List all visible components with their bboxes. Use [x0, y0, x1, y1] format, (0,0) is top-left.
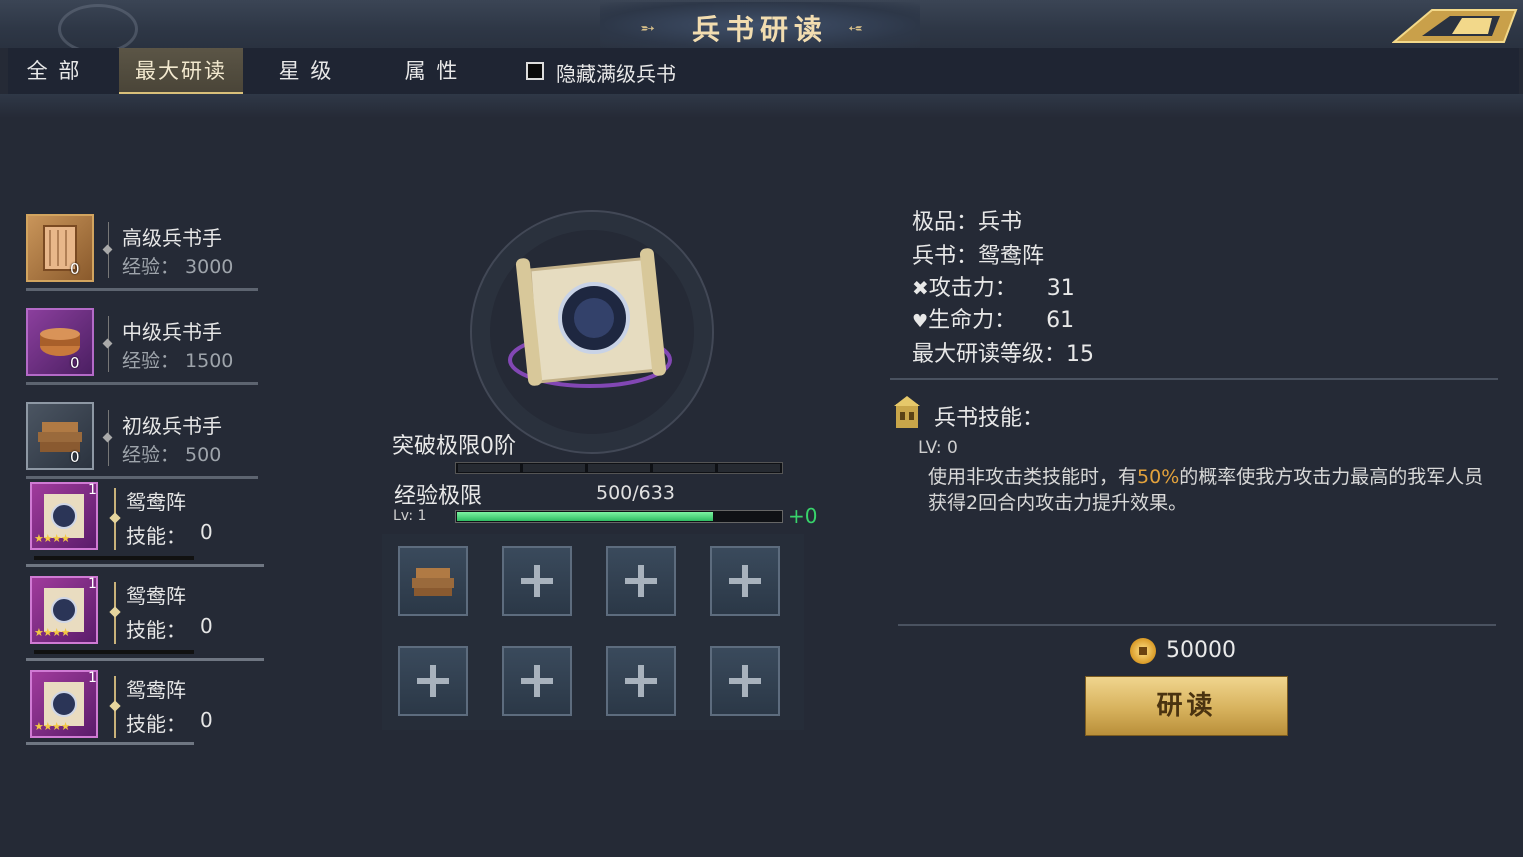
material-slot-empty[interactable] [502, 646, 572, 716]
book-skill-value: 0 [200, 708, 213, 732]
material-exp: 经验： 500 [122, 444, 222, 466]
material-slot-empty[interactable] [710, 646, 780, 716]
book-level: 1 [88, 482, 97, 498]
divider [26, 742, 194, 745]
star-rating: ★★★★ [34, 532, 70, 545]
material-count: 0 [70, 448, 80, 466]
hide-maxed-label[interactable]: 隐藏满级兵书 [556, 58, 676, 87]
intermediate-book-icon [26, 308, 94, 376]
divider [26, 382, 258, 385]
exp-count: 500/633 [596, 482, 675, 504]
book-item[interactable]: 1 ★★★★ 鸳鸯阵 技能： 0 [26, 480, 264, 568]
divider [890, 378, 1498, 380]
material-slot-empty[interactable] [502, 546, 572, 616]
material-name: 中级兵书手 [122, 320, 222, 344]
advanced-book-icon [26, 214, 94, 282]
heart-icon: ♥ [912, 311, 929, 332]
study-button[interactable]: 研读 [1085, 676, 1288, 736]
material-item-advanced[interactable]: 0 高级兵书手 经验： 3000 [26, 214, 258, 294]
exp-progress-fill [457, 512, 713, 521]
exp-progress-bar [455, 510, 783, 523]
tab-attribute[interactable]: 属 性 [392, 48, 472, 92]
tab-star[interactable]: 星 级 [266, 48, 346, 92]
book-skill-value: 0 [200, 520, 213, 544]
breakthrough-bar [455, 462, 783, 474]
material-exp: 经验： 1500 [122, 350, 234, 372]
right-arrow-ornament-icon: ➵ [848, 18, 864, 39]
attack-stat: ✖攻击力： 31 [912, 276, 1075, 301]
skill-description: 使用非攻击类技能时，有50%的概率使我方攻击力最高的我军人员获得2回合内攻击力提… [928, 466, 1484, 514]
book-skill-value: 0 [200, 614, 213, 638]
left-arrow-ornament-icon: ➵ [640, 18, 656, 39]
book-skill-label: 技能： [126, 618, 186, 642]
divider [26, 288, 258, 291]
divider [26, 658, 264, 661]
material-slot-filled[interactable] [398, 546, 468, 616]
material-name: 初级兵书手 [122, 414, 222, 438]
tab-all[interactable]: 全 部 [14, 48, 94, 92]
diamond-icon [102, 338, 113, 349]
star-rating: ★★★★ [34, 626, 70, 639]
material-slot-empty[interactable] [710, 546, 780, 616]
material-exp: 经验： 3000 [122, 256, 234, 278]
book-skill-label: 技能： [126, 524, 186, 548]
back-arrow-icon [1391, 9, 1518, 43]
diamond-icon [109, 606, 121, 618]
material-count: 0 [70, 260, 80, 278]
diamond-icon [102, 432, 113, 443]
skill-level: LV: 0 [918, 438, 958, 458]
book-level: 1 [88, 670, 97, 686]
divider [26, 564, 264, 567]
hp-stat: ♥生命力： 61 [912, 308, 1075, 333]
selected-book-scroll-icon [500, 240, 680, 400]
basic-book-icon [26, 402, 94, 470]
material-item-basic[interactable]: 0 初级兵书手 经验： 500 [26, 402, 258, 482]
book-item[interactable]: 1 ★★★★ 鸳鸯阵 技能： 0 [26, 574, 264, 662]
material-slot-empty[interactable] [606, 646, 676, 716]
diamond-icon [102, 244, 113, 255]
basic-book-icon [412, 568, 454, 596]
tab-max-study[interactable]: 最大研读 [119, 48, 243, 95]
header-strip [0, 94, 1523, 118]
material-count: 0 [70, 354, 80, 372]
exp-limit-label: 经验极限 [394, 484, 483, 509]
divider [898, 624, 1496, 626]
book-progress-bar [34, 650, 194, 654]
breakthrough-label: 突破极限0阶 [392, 434, 516, 459]
book-name-info: 兵书：鸳鸯阵 [912, 244, 1045, 269]
back-button[interactable] [1391, 4, 1518, 44]
book-level: 1 [88, 576, 97, 592]
cost-value: 50000 [1166, 638, 1236, 663]
page-title: 兵书研读 [691, 13, 828, 46]
diamond-icon [109, 512, 121, 524]
material-slot-empty[interactable] [398, 646, 468, 716]
book-quality: 极品：兵书 [912, 210, 1023, 235]
level-label: Lv: 1 [393, 508, 427, 524]
skill-tower-icon [894, 396, 920, 428]
crossed-swords-icon: ✖ [912, 276, 929, 300]
coin-icon [1130, 638, 1156, 664]
hide-maxed-checkbox[interactable] [526, 62, 544, 80]
book-name: 鸳鸯阵 [126, 584, 186, 608]
book-item[interactable]: 1 ★★★★ 鸳鸯阵 技能： 0 [26, 668, 264, 746]
divider [26, 476, 258, 479]
book-name: 鸳鸯阵 [126, 678, 186, 702]
exp-gain: +0 [788, 504, 818, 528]
skill-title: 兵书技能： [934, 406, 1045, 431]
diamond-icon [109, 700, 121, 712]
max-study-level: 最大研读等级：15 [912, 342, 1094, 367]
book-skill-label: 技能： [126, 712, 186, 736]
material-slot-empty[interactable] [606, 546, 676, 616]
book-name: 鸳鸯阵 [126, 490, 186, 514]
corner-ornament-icon [58, 4, 138, 54]
material-name: 高级兵书手 [122, 226, 222, 250]
star-rating: ★★★★ [34, 720, 70, 733]
book-progress-bar [34, 556, 194, 560]
material-item-intermediate[interactable]: 0 中级兵书手 经验： 1500 [26, 308, 258, 388]
